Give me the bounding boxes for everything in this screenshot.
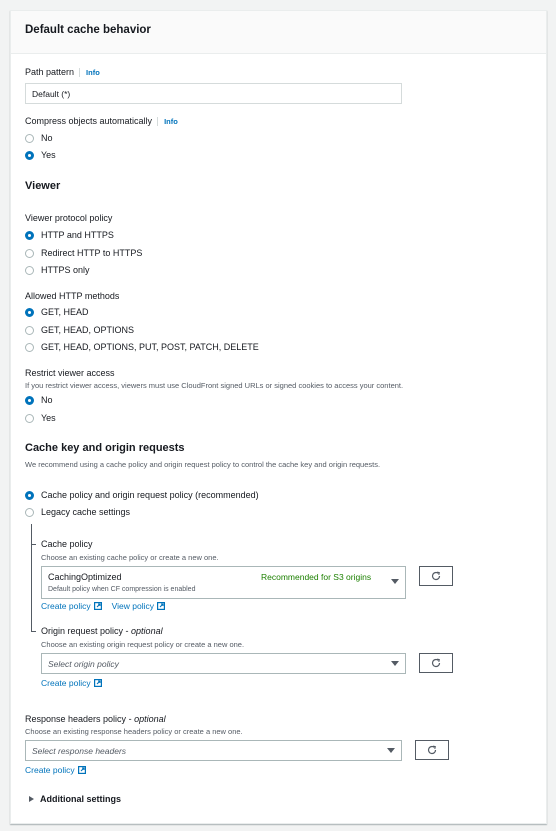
radio-circle-selected[interactable] [25,150,34,160]
response-headers-label: Response headers policy [25,714,127,724]
origin-policy-select[interactable]: Select origin policy [41,653,406,674]
refresh-response-headers-button[interactable] [415,740,449,760]
cache-policy-links: Create policy View policy [41,601,165,611]
refresh-icon [427,745,437,755]
cache-policy-label: Cache policy [41,539,93,549]
origin-policy-placeholder: Select origin policy [48,659,119,669]
origin-policy-label: Origin request policy [41,626,124,636]
radio-circle-selected[interactable] [25,230,34,240]
restrict-viewer-label: Restrict viewer access [25,368,115,378]
create-response-headers-policy-link[interactable]: Create policy [25,765,86,775]
caret-right-icon [29,796,34,802]
external-link-icon [93,602,102,610]
compress-info-link[interactable]: Info [157,116,178,126]
additional-settings-label: Additional settings [40,794,121,804]
protocol-radio-https-only[interactable]: HTTPS only [25,265,90,275]
optional-tag: optional [131,626,163,636]
origin-policy-label-row: Origin request policy - optional [41,626,163,636]
radio-circle-selected[interactable] [25,307,34,317]
radio-circle-selected[interactable] [25,490,34,500]
create-origin-policy-link[interactable]: Create policy [41,678,102,688]
external-link-icon [156,602,165,610]
radio-label: HTTP and HTTPS [41,230,114,240]
cache-policy-select[interactable]: CachingOptimized Default policy when CF … [41,566,406,599]
response-headers-placeholder: Select response headers [32,746,127,756]
radio-label: No [41,395,53,405]
additional-settings-toggle[interactable]: Additional settings [29,794,121,804]
compress-radio-no[interactable]: No [25,133,53,143]
compress-label-row: Compress objects automatically Info [25,116,178,126]
compress-label: Compress objects automatically [25,116,153,126]
methods-radio-all[interactable]: GET, HEAD, OPTIONS, PUT, POST, PATCH, DE… [25,342,259,352]
recommended-tag: Recommended for S3 origins [261,572,372,582]
path-pattern-input[interactable]: Default (*) [25,83,402,104]
external-link-icon [77,766,86,774]
methods-radio-get-head-options[interactable]: GET, HEAD, OPTIONS [25,325,134,335]
panel-title: Default cache behavior [25,24,151,36]
radio-circle[interactable] [25,265,34,275]
link-text: Create policy [41,678,91,688]
restrict-radio-yes[interactable]: Yes [25,413,56,423]
cache-policy-value-description: Default policy when CF compression is en… [48,586,196,593]
caret-down-icon [391,579,399,584]
path-pattern-value: Default (*) [32,88,71,99]
refresh-icon [431,658,441,668]
radio-label: HTTPS only [41,265,90,275]
radio-circle[interactable] [25,248,34,258]
path-pattern-info-link[interactable]: Info [79,67,100,77]
optional-tag: optional [134,714,166,724]
compress-radio-yes[interactable]: Yes [25,150,56,160]
radio-label: GET, HEAD [41,307,89,317]
response-headers-description: Choose an existing response headers poli… [25,727,243,736]
radio-circle-selected[interactable] [25,395,34,405]
cache-radio-legacy[interactable]: Legacy cache settings [25,507,130,517]
viewer-heading: Viewer [25,180,61,192]
cache-key-description: We recommend using a cache policy and or… [25,460,381,469]
cache-radio-policy[interactable]: Cache policy and origin request policy (… [25,490,259,500]
radio-circle[interactable] [25,325,34,335]
radio-label: No [41,133,53,143]
protocol-radio-http-https[interactable]: HTTP and HTTPS [25,230,114,240]
origin-policy-description: Choose an existing origin request policy… [41,640,245,649]
radio-label: GET, HEAD, OPTIONS, PUT, POST, PATCH, DE… [41,342,259,352]
restrict-radio-no[interactable]: No [25,395,53,405]
radio-label: Redirect HTTP to HTTPS [41,248,143,258]
refresh-cache-policy-button[interactable] [419,566,453,586]
protocol-radio-redirect[interactable]: Redirect HTTP to HTTPS [25,248,142,258]
response-headers-label-row: Response headers policy - optional [25,714,166,724]
caret-down-icon [391,661,399,666]
refresh-icon [431,571,441,581]
restrict-viewer-description: If you restrict viewer access, viewers m… [25,381,404,390]
response-headers-select[interactable]: Select response headers [25,740,402,761]
cache-key-heading: Cache key and origin requests [25,442,185,454]
radio-circle[interactable] [25,342,34,352]
radio-circle[interactable] [25,413,34,423]
path-pattern-label-row: Path pattern Info [25,67,100,77]
viewer-protocol-label: Viewer protocol policy [25,213,113,223]
tree-branch [31,631,36,632]
radio-label: Cache policy and origin request policy (… [41,490,259,500]
refresh-origin-policy-button[interactable] [419,653,453,673]
radio-label: GET, HEAD, OPTIONS [41,325,135,335]
cache-policy-description: Choose an existing cache policy or creat… [41,553,219,562]
tree-branch [31,544,36,545]
view-cache-policy-link[interactable]: View policy [112,601,165,611]
external-link-icon [93,679,102,687]
create-cache-policy-link[interactable]: Create policy [41,601,102,611]
radio-label: Legacy cache settings [41,507,131,517]
default-cache-behavior-panel: Default cache behavior Path pattern Info… [10,10,547,824]
path-pattern-label: Path pattern [25,67,75,77]
tree-line [31,524,32,631]
radio-circle[interactable] [25,133,34,143]
radio-label: Yes [41,413,56,423]
allowed-methods-label: Allowed HTTP methods [25,291,120,301]
caret-down-icon [387,748,395,753]
link-text: View policy [111,601,154,611]
link-text: Create policy [25,765,75,775]
cache-policy-value: CachingOptimized [48,572,122,582]
link-text: Create policy [41,601,91,611]
radio-circle[interactable] [25,507,34,517]
radio-label: Yes [41,150,56,160]
methods-radio-get-head[interactable]: GET, HEAD [25,307,89,317]
